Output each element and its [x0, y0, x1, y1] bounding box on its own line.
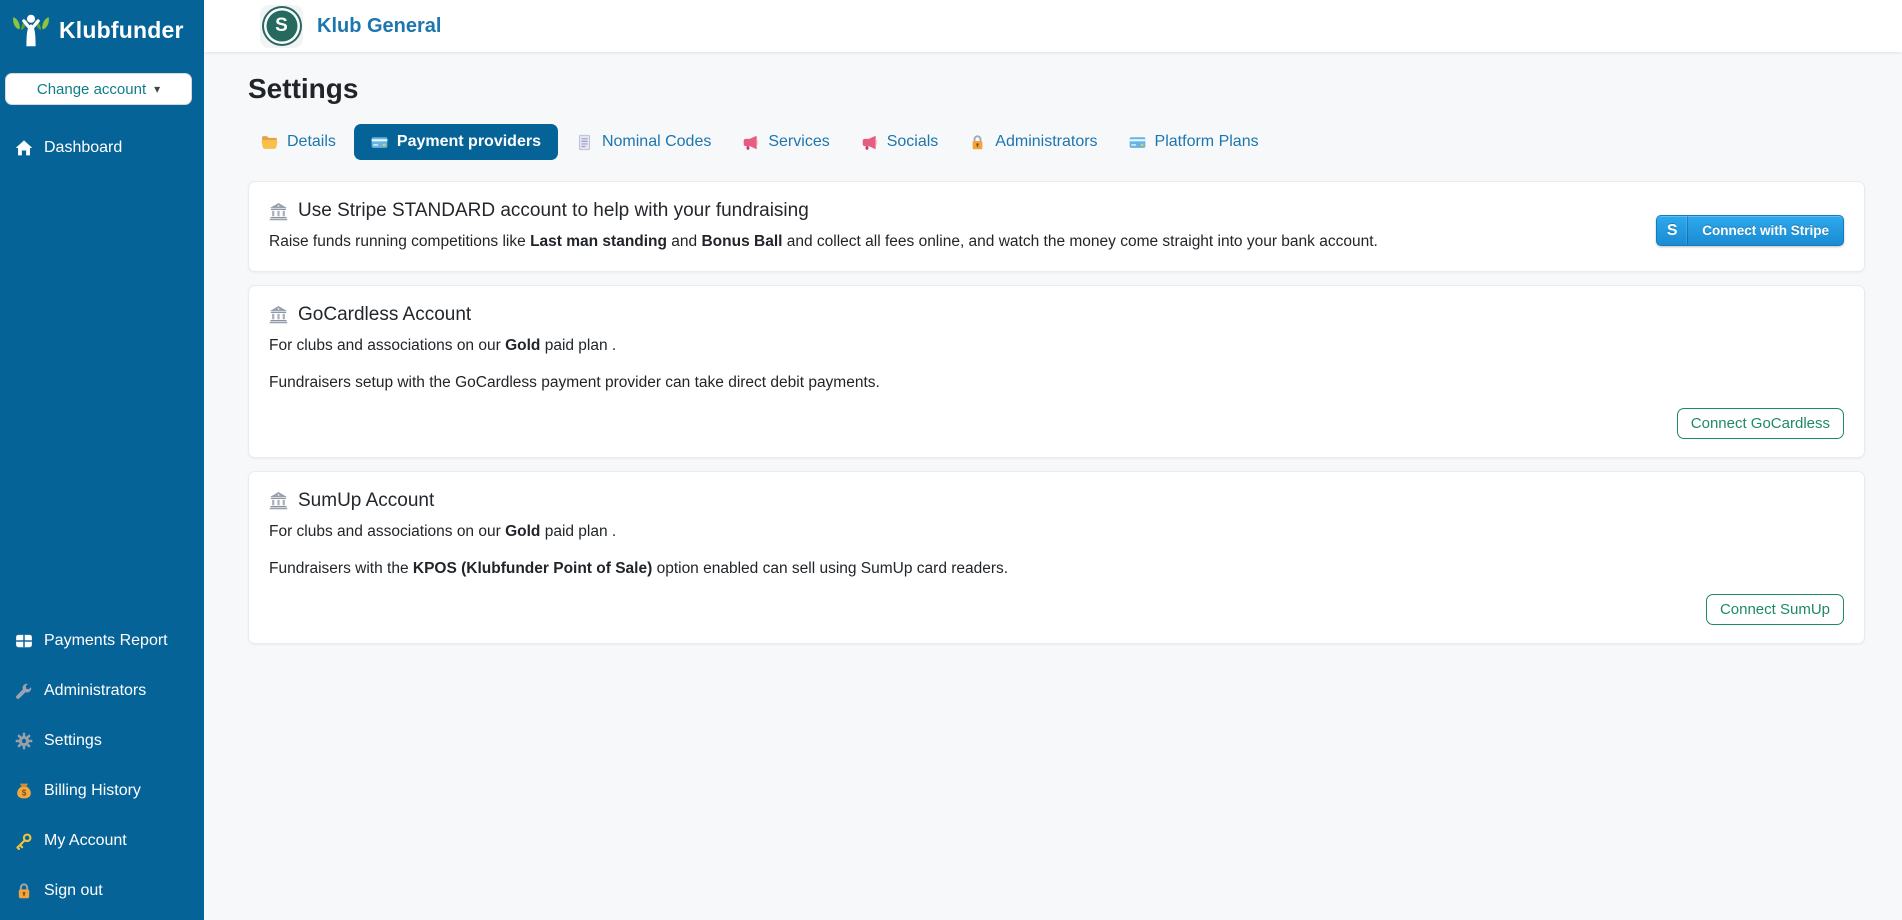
page-title: Settings [248, 73, 1865, 105]
tab-payment-providers[interactable]: Payment providers [354, 124, 558, 160]
tab-platform-plans[interactable]: Platform Plans [1116, 125, 1272, 159]
key-icon [15, 832, 33, 850]
sidebar-item-label: Administrators [44, 682, 146, 700]
club-logo-letter: S [275, 15, 288, 37]
moneybag-icon: $ [15, 782, 33, 800]
card-use-stripe-standard-account-to-help-with-your-fundraising: Use Stripe STANDARD account to help with… [248, 181, 1865, 272]
megaphone-icon [861, 134, 878, 151]
wrench-icon [15, 682, 33, 700]
card-paragraph: Fundraisers with the KPOS (Klubfunder Po… [269, 559, 1844, 580]
tab-label: Socials [887, 133, 939, 151]
card-title-text: GoCardless Account [298, 304, 471, 326]
card-gocardless-account: GoCardless Account For clubs and associat… [248, 285, 1865, 458]
sidebar-item-administrators[interactable]: Administrators [0, 674, 204, 708]
tab-label: Details [287, 133, 336, 151]
lock-icon [15, 882, 33, 900]
sidebar-item-label: Sign out [44, 882, 103, 900]
brand[interactable]: Klubfunder [0, 12, 204, 48]
card-paragraph: Fundraisers setup with the GoCardless pa… [269, 373, 1844, 394]
gear-icon [15, 732, 33, 750]
tab-nominal-codes[interactable]: Nominal Codes [563, 125, 724, 159]
tab-label: Administrators [995, 133, 1097, 151]
card-actions: Connect SumUp [269, 594, 1844, 625]
payment-provider-cards: Use Stripe STANDARD account to help with… [248, 181, 1865, 644]
club-logo-icon: S [260, 5, 303, 48]
tab-administrators[interactable]: Administrators [956, 125, 1110, 159]
card-paragraph: Raise funds running competitions like La… [269, 232, 1632, 253]
document-icon [576, 134, 593, 151]
svg-text:$: $ [22, 789, 27, 798]
connect-gocardless-button[interactable]: Connect GoCardless [1677, 408, 1844, 439]
sidebar-item-label: Payments Report [44, 632, 168, 650]
table-icon [15, 632, 33, 650]
sidebar-item-my-account[interactable]: My Account [0, 824, 204, 858]
card-title: Use Stripe STANDARD account to help with… [269, 200, 1632, 222]
connect-with-stripe-button[interactable]: SConnect with Stripe [1656, 215, 1844, 246]
stripe-s-icon: S [1657, 216, 1688, 245]
app-root: Klubfunder Change account ▾ Dashboard Pa… [0, 0, 1902, 920]
home-icon [15, 139, 33, 157]
card-icon [1129, 134, 1146, 151]
megaphone-icon [742, 134, 759, 151]
tab-label: Payment providers [397, 133, 541, 151]
card-content: GoCardless Account For clubs and associat… [269, 304, 1844, 394]
change-account-label: Change account [37, 81, 146, 98]
card-content: SumUp Account For clubs and associations … [269, 490, 1844, 580]
sidebar-item-dashboard[interactable]: Dashboard [0, 131, 204, 165]
tab-details[interactable]: Details [248, 125, 349, 159]
folder-icon [261, 134, 278, 151]
tab-services[interactable]: Services [729, 125, 842, 159]
tab-label: Nominal Codes [602, 133, 711, 151]
card-title: GoCardless Account [269, 304, 1844, 326]
sidebar-item-label: Billing History [44, 782, 141, 800]
card-paragraph: For clubs and associations on our Gold p… [269, 522, 1844, 543]
sidebar: Klubfunder Change account ▾ Dashboard Pa… [0, 0, 204, 920]
sidebar-item-sign-out[interactable]: Sign out [0, 874, 204, 908]
settings-page: Settings Details Payment providers Nominal… [204, 52, 1902, 920]
sidebar-bottom-nav: Payments Report Administrators Settings $ Bi… [0, 624, 204, 912]
sidebar-item-label: Dashboard [44, 139, 122, 157]
tab-label: Platform Plans [1155, 133, 1259, 151]
change-account-button[interactable]: Change account ▾ [5, 73, 192, 105]
club-name: Klub General [317, 15, 441, 38]
caret-down-icon: ▾ [154, 83, 160, 95]
main-column: S Klub General Settings Details Payment p… [204, 0, 1902, 920]
bank-icon [269, 202, 288, 221]
sidebar-item-label: Settings [44, 732, 102, 750]
tab-label: Services [768, 133, 829, 151]
card-content: Use Stripe STANDARD account to help with… [269, 200, 1656, 253]
bank-icon [269, 305, 288, 324]
brand-name: Klubfunder [59, 17, 184, 44]
sidebar-item-billing-history[interactable]: $ Billing History [0, 774, 204, 808]
card-title: SumUp Account [269, 490, 1844, 512]
klubfunder-logo-icon [10, 12, 52, 48]
card-title-text: Use Stripe STANDARD account to help with… [298, 200, 809, 222]
settings-tabs: Details Payment providers Nominal Codes Ser… [248, 124, 1865, 160]
tab-socials[interactable]: Socials [848, 125, 952, 159]
card-paragraph: For clubs and associations on our Gold p… [269, 336, 1844, 357]
stripe-button-label: Connect with Stripe [1688, 216, 1843, 245]
card-icon [371, 134, 388, 151]
connect-sumup-button[interactable]: Connect SumUp [1706, 594, 1844, 625]
card-actions: Connect GoCardless [269, 408, 1844, 439]
sidebar-item-label: My Account [44, 832, 127, 850]
sidebar-item-payments-report[interactable]: Payments Report [0, 624, 204, 658]
sidebar-item-settings[interactable]: Settings [0, 724, 204, 758]
card-sumup-account: SumUp Account For clubs and associations … [248, 471, 1865, 644]
card-title-text: SumUp Account [298, 490, 434, 512]
header: S Klub General [204, 0, 1902, 52]
lock-icon [969, 134, 986, 151]
bank-icon [269, 491, 288, 510]
